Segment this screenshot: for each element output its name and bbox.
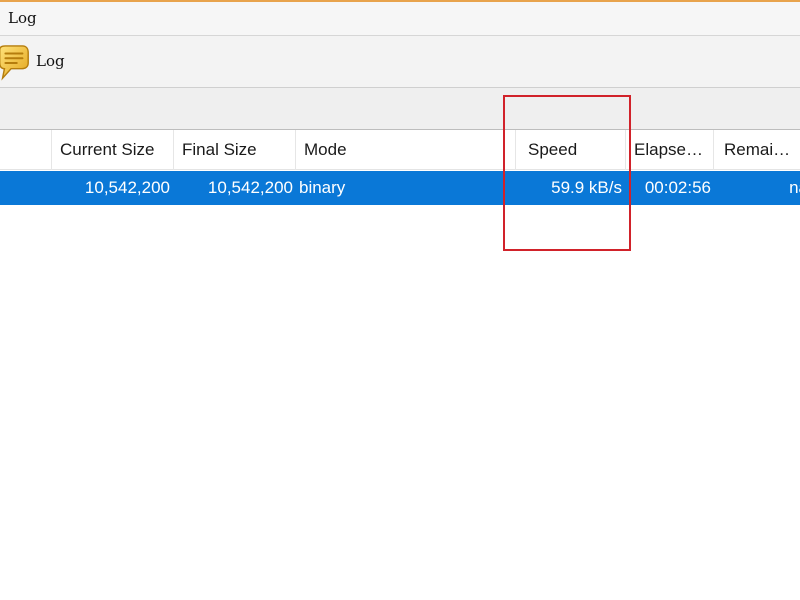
cell-mode: binary bbox=[299, 178, 346, 197]
table-row[interactable]: 10,542,200 10,542,200 binary 59.9 kB/s 0… bbox=[0, 171, 800, 205]
cell-current-size: 10,542,200 bbox=[84, 178, 170, 197]
cell-elapsed: 00:02:56 bbox=[644, 178, 711, 197]
speech-bubble-icon bbox=[0, 45, 29, 81]
cell-remaining: na bbox=[713, 171, 800, 205]
column-header-blank[interactable] bbox=[0, 130, 51, 170]
column-header-mode[interactable]: Mode bbox=[295, 130, 515, 170]
menu-bar: Log bbox=[0, 0, 800, 36]
column-header-speed[interactable]: Speed bbox=[515, 130, 625, 170]
column-header-remaining[interactable]: Remai… bbox=[713, 130, 800, 170]
cell-speed: 59.9 kB/s bbox=[551, 178, 622, 197]
menu-item-log[interactable]: Log bbox=[8, 9, 37, 27]
column-headers: Current Size Final Size Mode Speed Elaps… bbox=[0, 130, 800, 170]
column-header-current-size[interactable]: Current Size bbox=[51, 130, 173, 170]
cell-remaining-value: na bbox=[789, 178, 800, 197]
cell-final-size: 10,542,200 bbox=[207, 178, 293, 197]
log-toolbar-button[interactable]: Log bbox=[0, 42, 80, 82]
log-button-label: Log bbox=[36, 52, 65, 70]
column-header-elapsed[interactable]: Elapse… bbox=[625, 130, 713, 170]
ftp-log-window: Log Log Current Size Final Size Mode Spe… bbox=[0, 0, 800, 600]
toolbar: Log bbox=[0, 36, 800, 88]
column-header-final-size[interactable]: Final Size bbox=[173, 130, 295, 170]
filter-strip bbox=[0, 88, 800, 130]
